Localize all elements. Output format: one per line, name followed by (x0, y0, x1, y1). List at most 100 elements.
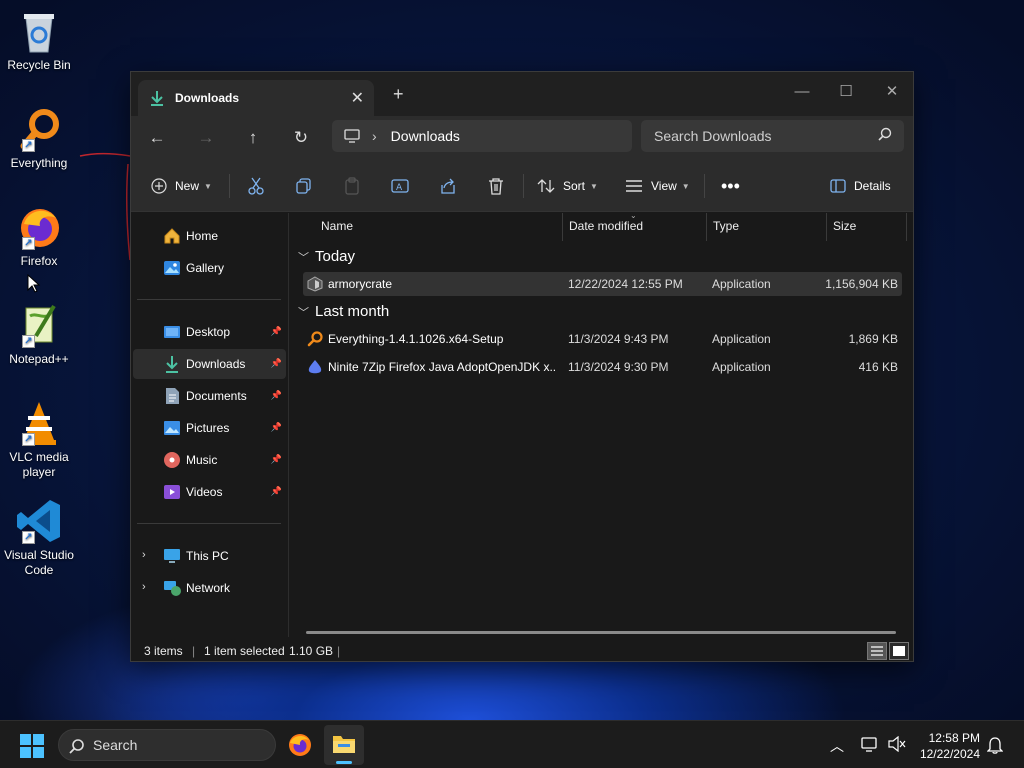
pin-icon[interactable]: 📌 (271, 390, 282, 401)
notifications-button[interactable] (986, 736, 1004, 757)
new-button[interactable]: New ▼ (151, 174, 212, 198)
pin-icon[interactable]: 📌 (271, 358, 282, 369)
cut-button[interactable] (247, 174, 265, 198)
clock[interactable]: 12:58 PM 12/22/2024 (920, 730, 980, 762)
refresh-button[interactable]: ↻ (290, 127, 312, 149)
desktop-icon-everything[interactable]: ↗ Everything (4, 106, 74, 171)
application-file-icon (307, 276, 323, 295)
sidebar-item-documents[interactable]: Documents 📌 (133, 381, 286, 411)
status-separator: | (337, 644, 341, 658)
close-window-button[interactable]: ✕ (869, 78, 915, 106)
pin-icon[interactable]: 📌 (271, 454, 282, 465)
sidebar-item-label: This PC (186, 549, 229, 563)
download-icon (151, 91, 163, 106)
more-options-button[interactable]: ••• (721, 174, 740, 198)
copy-button[interactable] (295, 174, 313, 198)
table-row[interactable]: Everything-1.4.1.1026.x64-Setup 11/3/202… (303, 327, 902, 351)
mouse-cursor-icon (27, 274, 41, 293)
table-row[interactable]: armorycrate 12/22/2024 12:55 PM Applicat… (303, 272, 902, 296)
paste-button[interactable] (343, 174, 361, 198)
sidebar-item-videos[interactable]: Videos 📌 (133, 477, 286, 507)
details-pane-button[interactable]: Details (830, 174, 891, 198)
new-tab-button[interactable]: + (393, 84, 404, 105)
documents-icon (163, 387, 181, 405)
close-tab-button[interactable]: ✕ (351, 88, 364, 108)
minimize-button[interactable]: — (779, 78, 825, 106)
start-button[interactable] (20, 734, 44, 761)
sidebar-divider (137, 523, 281, 524)
taskbar-app-file-explorer[interactable] (324, 725, 364, 765)
up-button[interactable]: ↑ (242, 127, 264, 149)
taskbar-app-firefox[interactable] (288, 733, 312, 760)
sidebar-item-label: Network (186, 581, 231, 595)
rename-button[interactable]: A (391, 174, 409, 198)
sidebar-item-gallery[interactable]: Gallery (133, 253, 286, 283)
copy-icon (296, 178, 311, 194)
show-hidden-icons-button[interactable]: ︿ (830, 736, 844, 756)
videos-icon (163, 483, 181, 501)
status-bar: 3 items | 1 item selected 1.10 GB | (131, 638, 913, 663)
network-tray-icon[interactable] (861, 736, 879, 755)
sidebar-item-network[interactable]: › Network (133, 573, 286, 603)
pin-icon[interactable]: 📌 (271, 422, 282, 433)
details-view-button[interactable] (867, 642, 887, 660)
desktop-icon-firefox[interactable]: ↗ Firefox (4, 204, 74, 269)
desktop-icon-label: Everything (10, 156, 68, 170)
share-button[interactable] (439, 174, 457, 198)
clock-time: 12:58 PM (928, 731, 980, 745)
status-separator: | (192, 644, 196, 658)
details-label: Details (854, 179, 891, 193)
sidebar-item-pictures[interactable]: Pictures 📌 (133, 413, 286, 443)
speaker-muted-icon (888, 735, 906, 753)
pin-icon[interactable]: 📌 (271, 486, 282, 497)
computer-icon (163, 547, 181, 565)
back-button[interactable]: ← (146, 127, 168, 149)
command-bar: New ▼ A Sort ▼ View ▼ ••• Details (131, 160, 913, 212)
view-label: View (651, 179, 677, 193)
sidebar-item-downloads[interactable]: Downloads 📌 (133, 349, 286, 379)
table-row[interactable]: Ninite 7Zip Firefox Java AdoptOpenJDK x.… (303, 355, 902, 379)
file-date: 12/22/2024 12:55 PM (568, 277, 683, 291)
tab-label: Downloads (175, 91, 240, 105)
plus-circle-icon (151, 178, 167, 194)
desktop-icon-vlc[interactable]: ↗ VLC media player (4, 400, 74, 480)
file-name: Ninite 7Zip Firefox Java AdoptOpenJDK x.… (328, 360, 556, 374)
maximize-button[interactable]: ☐ (823, 78, 869, 106)
desktop-icon-label: Notepad++ (9, 352, 69, 366)
forward-button[interactable]: → (195, 127, 217, 149)
desktop-icon-label: Firefox (20, 254, 58, 268)
search-input[interactable]: Search Downloads (641, 120, 904, 152)
sidebar-item-label: Videos (186, 485, 223, 499)
chevron-right-icon[interactable]: › (142, 581, 146, 593)
toolbar-divider (704, 174, 705, 198)
desktop-icon-recycle-bin[interactable]: Recycle Bin (4, 8, 74, 73)
desktop-icon-notepad-plus-plus[interactable]: ↗ Notepad++ (4, 302, 74, 367)
taskbar-search-input[interactable]: Search (58, 729, 276, 761)
volume-tray-icon[interactable] (888, 735, 906, 755)
folder-icon (333, 736, 355, 753)
clock-date: 12/22/2024 (919, 747, 980, 761)
file-size: 1,869 KB (848, 332, 898, 346)
pictures-icon (163, 419, 181, 437)
chevron-right-icon[interactable]: › (142, 549, 146, 561)
delete-button[interactable] (487, 174, 505, 198)
chevron-down-icon: ▼ (590, 181, 598, 191)
shortcut-arrow-icon: ↗ (22, 139, 35, 152)
tab-downloads[interactable]: Downloads ✕ (138, 80, 374, 116)
desktop-icon-vscode[interactable]: ↗ Visual Studio Code (4, 498, 74, 578)
sort-button[interactable]: Sort ▼ (537, 174, 598, 198)
column-divider[interactable] (906, 213, 907, 241)
sidebar-item-music[interactable]: Music 📌 (133, 445, 286, 475)
horizontal-scrollbar[interactable] (306, 631, 896, 634)
tiles-view-button[interactable] (889, 642, 909, 660)
sidebar-item-desktop[interactable]: Desktop 📌 (133, 317, 286, 347)
file-name: armorycrate (328, 277, 393, 291)
pin-icon[interactable]: 📌 (271, 326, 282, 337)
sidebar-item-home[interactable]: Home (133, 221, 286, 251)
address-bar[interactable]: › Downloads (332, 120, 632, 152)
view-button[interactable]: View ▼ (625, 174, 690, 198)
file-type: Application (712, 332, 771, 346)
download-icon (163, 355, 181, 373)
sidebar-item-this-pc[interactable]: › This PC (133, 541, 286, 571)
status-item-count: 3 items (144, 644, 183, 658)
